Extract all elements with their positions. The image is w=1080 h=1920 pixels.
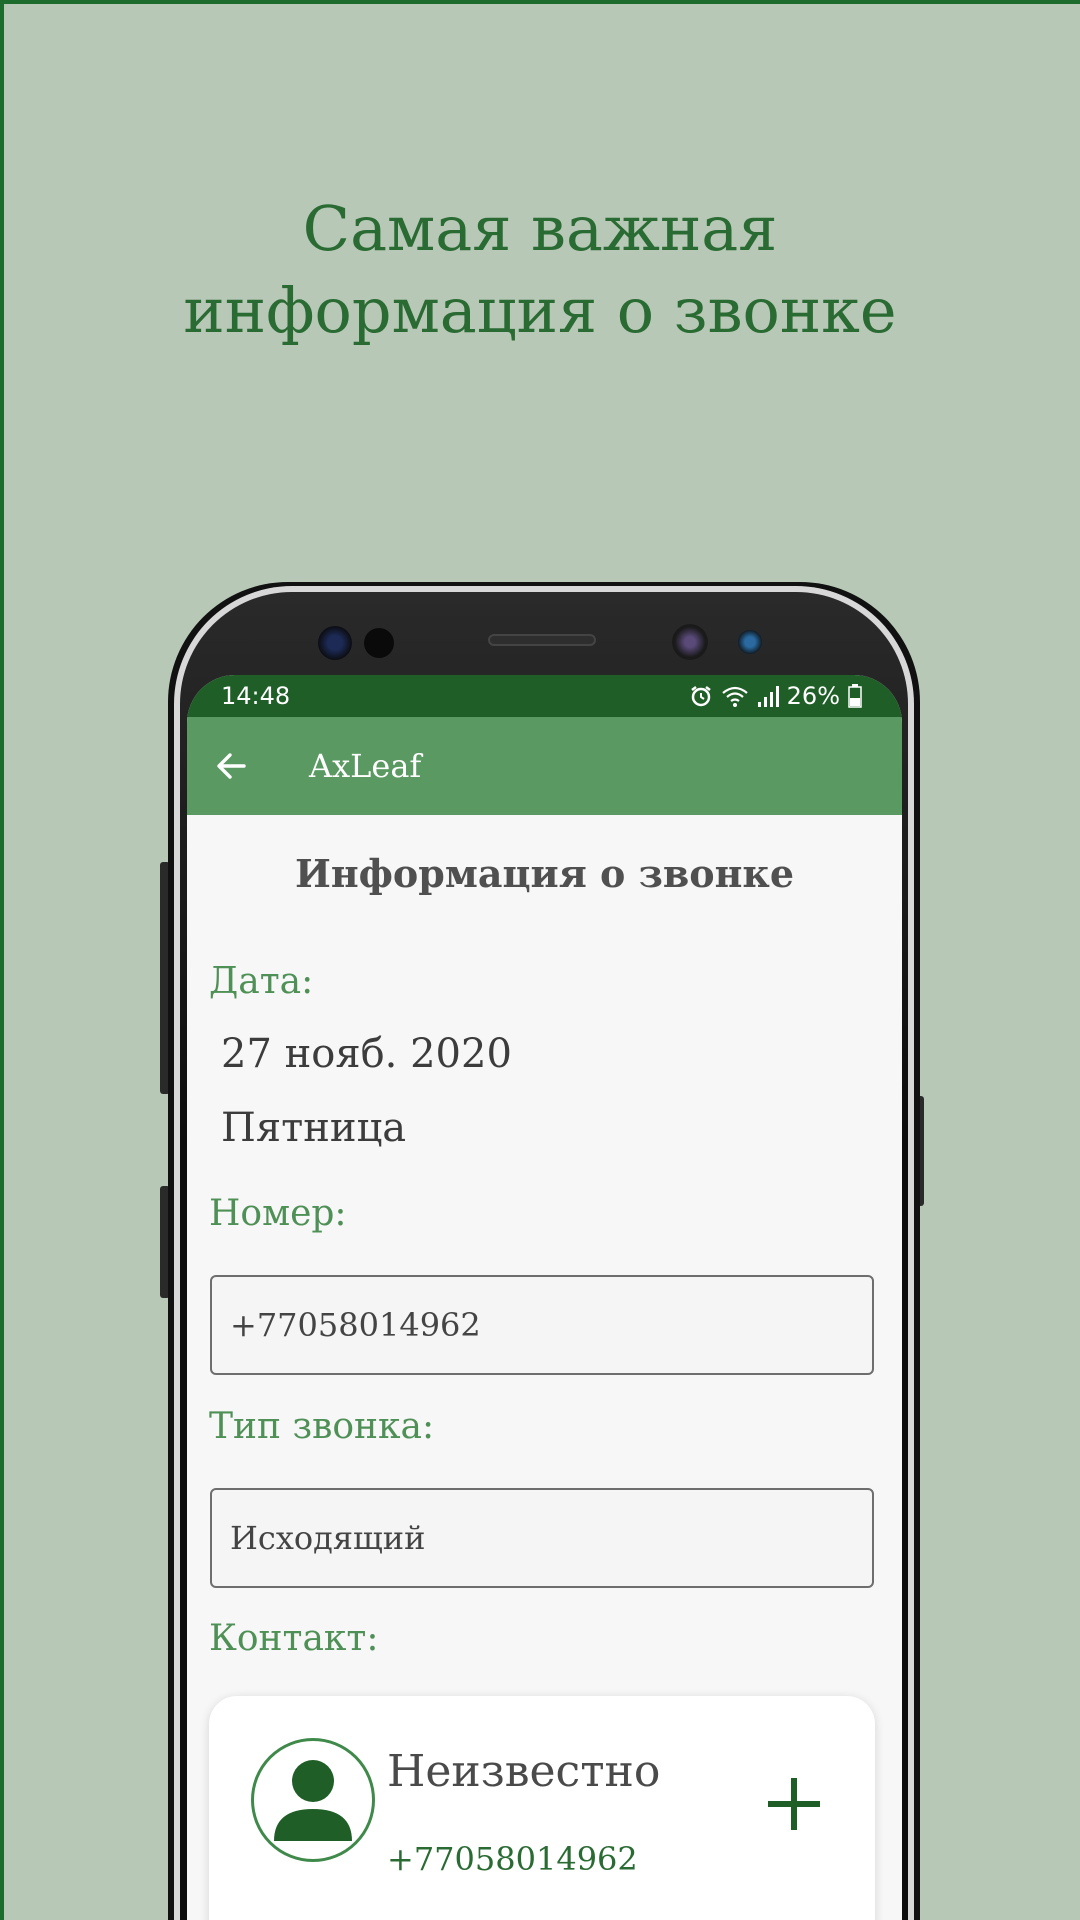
number-label: Номер:: [209, 1193, 347, 1234]
number-field-value: +77058014962: [230, 1306, 481, 1344]
phone-front-camera: [672, 624, 708, 660]
contact-phone: +77058014962: [387, 1840, 638, 1878]
status-icons: 26%: [689, 682, 862, 710]
phone-sensor-2: [364, 628, 394, 658]
call-type-field[interactable]: Исходящий: [210, 1488, 874, 1588]
number-field[interactable]: +77058014962: [210, 1275, 874, 1375]
arrow-left-icon[interactable]: [211, 746, 251, 786]
phone-sensor: [318, 626, 352, 660]
page-title: Информация о звонке: [294, 851, 795, 896]
alarm-icon: [690, 686, 711, 707]
call-type-label: Тип звонка:: [209, 1406, 435, 1447]
app-bar: AxLeaf: [187, 717, 902, 815]
battery-icon: [848, 684, 862, 708]
contact-name: Неизвестно: [387, 1746, 661, 1797]
date-label: Дата:: [209, 961, 314, 1002]
person-icon: [251, 1738, 375, 1862]
battery-percent: 26%: [786, 682, 840, 710]
signal-icon: [757, 686, 779, 707]
promo-headline-line-1: Самая важная: [302, 192, 778, 265]
promo-headline: Самая важная информация о звонке: [0, 188, 1080, 352]
wifi-icon: [721, 686, 748, 707]
weekday-value: Пятница: [221, 1105, 407, 1151]
phone-earpiece: [488, 634, 596, 646]
contact-label: Контакт:: [209, 1618, 379, 1659]
call-type-field-value: Исходящий: [230, 1519, 426, 1557]
frame-top-border: [0, 0, 1080, 4]
call-info-content: Информация о звонке Дата: 27 нояб. 2020 …: [187, 851, 902, 1920]
app-title: AxLeaf: [309, 747, 422, 785]
contact-card[interactable]: Неизвестно +77058014962: [209, 1696, 875, 1920]
plus-icon[interactable]: [764, 1774, 824, 1834]
promo-headline-line-2: информация о звонке: [183, 274, 897, 347]
phone-iris-sensor: [738, 630, 762, 654]
status-bar: 14:48 26%: [187, 675, 902, 717]
phone-screen: 14:48 26% AxLeaf Информация о звонке Дат…: [187, 675, 902, 1920]
status-time: 14:48: [221, 682, 291, 710]
date-value: 27 нояб. 2020: [221, 1031, 512, 1077]
